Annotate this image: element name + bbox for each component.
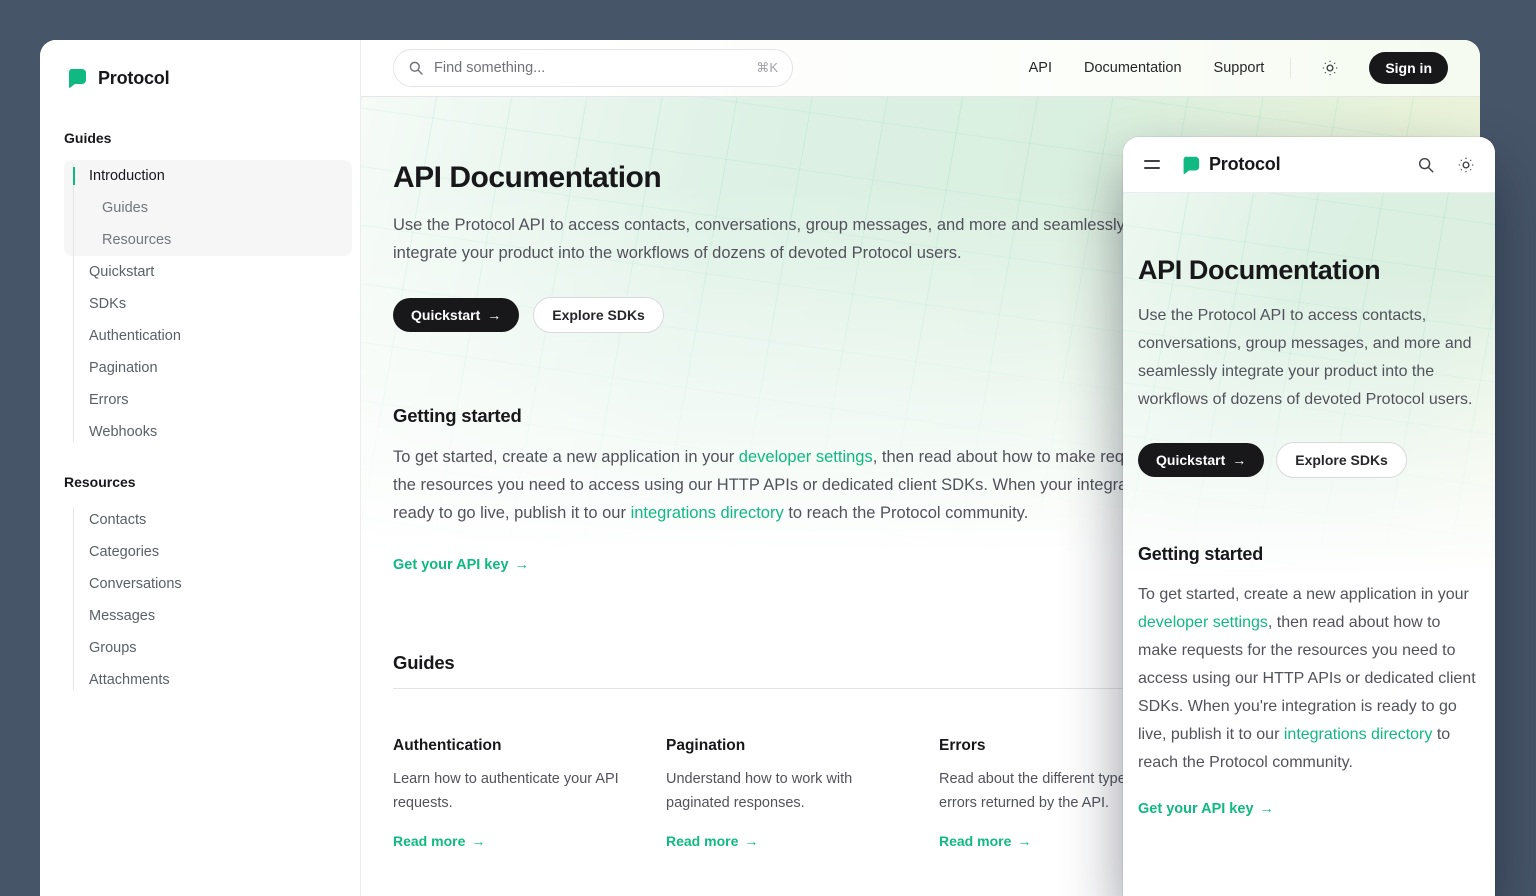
inline-link[interactable]: integrations directory: [631, 504, 784, 522]
sidebar-item-categories[interactable]: Categories: [64, 536, 336, 568]
inline-link[interactable]: integrations directory: [1284, 726, 1433, 743]
sidebar-item-authentication[interactable]: Authentication: [64, 320, 336, 352]
nav-link-documentation[interactable]: Documentation: [1084, 60, 1182, 76]
mobile-theme-toggle-button[interactable]: [1453, 152, 1479, 178]
getting-started-paragraph: To get started, create a new application…: [393, 443, 1198, 527]
guide-card-authentication: Authentication Learn how to authenticate…: [393, 737, 626, 851]
mobile-preview-window: Protocol API Documentation Use the Proto…: [1123, 137, 1495, 896]
header-divider: [1290, 58, 1291, 78]
hamburger-icon: [1144, 160, 1160, 162]
guide-card-description: Understand how to work with paginated re…: [666, 767, 899, 815]
active-item-marker: [73, 167, 75, 185]
sidebar-section-guides: Guides: [64, 130, 336, 146]
sidebar-item-attachments[interactable]: Attachments: [64, 664, 336, 696]
search-icon: [408, 60, 424, 76]
keyboard-shortcut-hint: ⌘K: [756, 60, 778, 76]
sidebar-subitem-guides[interactable]: Guides: [64, 192, 336, 224]
read-more-link[interactable]: Read more →: [666, 833, 758, 849]
sidebar-item-quickstart[interactable]: Quickstart: [64, 256, 336, 288]
search-input[interactable]: [434, 60, 746, 76]
mobile-getting-started-title: Getting started: [1138, 544, 1480, 565]
theme-toggle-button[interactable]: [1317, 55, 1343, 81]
chat-bubble-icon: [1179, 154, 1201, 176]
mobile-getting-started-paragraph: To get started, create a new application…: [1138, 581, 1480, 777]
sign-in-button[interactable]: Sign in: [1369, 52, 1448, 84]
sidebar-resources-nav: Contacts Categories Conversations Messag…: [64, 504, 336, 696]
brand-logo[interactable]: Protocol: [64, 66, 336, 90]
guide-card-description: Learn how to authenticate your API reque…: [393, 767, 626, 815]
menu-button[interactable]: [1139, 155, 1165, 174]
mobile-search-button[interactable]: [1413, 152, 1439, 178]
search-bar[interactable]: ⌘K: [393, 49, 793, 87]
top-nav: API Documentation Support: [1029, 60, 1265, 76]
nav-link-support[interactable]: Support: [1214, 60, 1265, 76]
mobile-header: Protocol: [1123, 137, 1495, 193]
arrow-right-icon: →: [1232, 452, 1246, 468]
mobile-intro-paragraph: Use the Protocol API to access contacts,…: [1138, 302, 1480, 414]
arrow-right-icon: →: [515, 557, 530, 573]
mobile-page-title: API Documentation: [1138, 255, 1480, 286]
mobile-getting-started-section: Getting started To get started, create a…: [1138, 544, 1480, 818]
sidebar-item-pagination[interactable]: Pagination: [64, 352, 336, 384]
sidebar: Protocol Guides Introduction Guides Reso…: [40, 40, 360, 896]
explore-sdks-button[interactable]: Explore SDKs: [533, 297, 664, 333]
inline-link[interactable]: developer settings: [739, 448, 873, 466]
guide-card-pagination: Pagination Understand how to work with p…: [666, 737, 899, 851]
arrow-right-icon: →: [1017, 833, 1031, 849]
sidebar-item-contacts[interactable]: Contacts: [64, 504, 336, 536]
sidebar-item-groups[interactable]: Groups: [64, 632, 336, 664]
arrow-right-icon: →: [471, 833, 485, 849]
mobile-quickstart-button[interactable]: Quickstart →: [1138, 443, 1264, 477]
arrow-right-icon: →: [1260, 801, 1275, 817]
mobile-get-api-key-link[interactable]: Get your API key →: [1138, 801, 1274, 817]
sun-icon: [1321, 59, 1339, 77]
read-more-link[interactable]: Read more →: [393, 833, 485, 849]
sidebar-item-errors[interactable]: Errors: [64, 384, 336, 416]
mobile-brand-logo[interactable]: Protocol: [1179, 154, 1280, 176]
intro-paragraph: Use the Protocol API to access contacts,…: [393, 211, 1193, 267]
brand-name: Protocol: [1209, 154, 1280, 175]
sidebar-item-webhooks[interactable]: Webhooks: [64, 416, 336, 448]
sidebar-item-introduction[interactable]: Introduction: [64, 160, 336, 192]
arrow-right-icon: →: [487, 307, 501, 323]
sidebar-subitem-resources[interactable]: Resources: [64, 224, 336, 256]
top-header: ⌘K API Documentation Support Sign in: [361, 40, 1480, 97]
sidebar-item-messages[interactable]: Messages: [64, 600, 336, 632]
sidebar-section-resources: Resources: [64, 474, 336, 490]
inline-link[interactable]: developer settings: [1138, 614, 1268, 631]
mobile-main-content: API Documentation Use the Protocol API t…: [1123, 193, 1495, 818]
guide-card-title: Pagination: [666, 737, 899, 755]
get-api-key-link[interactable]: Get your API key →: [393, 557, 529, 573]
sidebar-guides-nav: Introduction Guides Resources Quickstart…: [64, 160, 336, 448]
sidebar-item-sdks[interactable]: SDKs: [64, 288, 336, 320]
guide-card-title: Authentication: [393, 737, 626, 755]
chat-bubble-icon: [64, 66, 88, 90]
nav-link-api[interactable]: API: [1029, 60, 1052, 76]
sidebar-item-conversations[interactable]: Conversations: [64, 568, 336, 600]
mobile-explore-sdks-button[interactable]: Explore SDKs: [1276, 442, 1407, 478]
arrow-right-icon: →: [744, 833, 758, 849]
read-more-link[interactable]: Read more →: [939, 833, 1031, 849]
search-icon: [1417, 156, 1435, 174]
quickstart-button[interactable]: Quickstart →: [393, 298, 519, 332]
brand-name: Protocol: [98, 68, 169, 89]
sun-icon: [1457, 156, 1475, 174]
hamburger-icon: [1144, 167, 1160, 169]
